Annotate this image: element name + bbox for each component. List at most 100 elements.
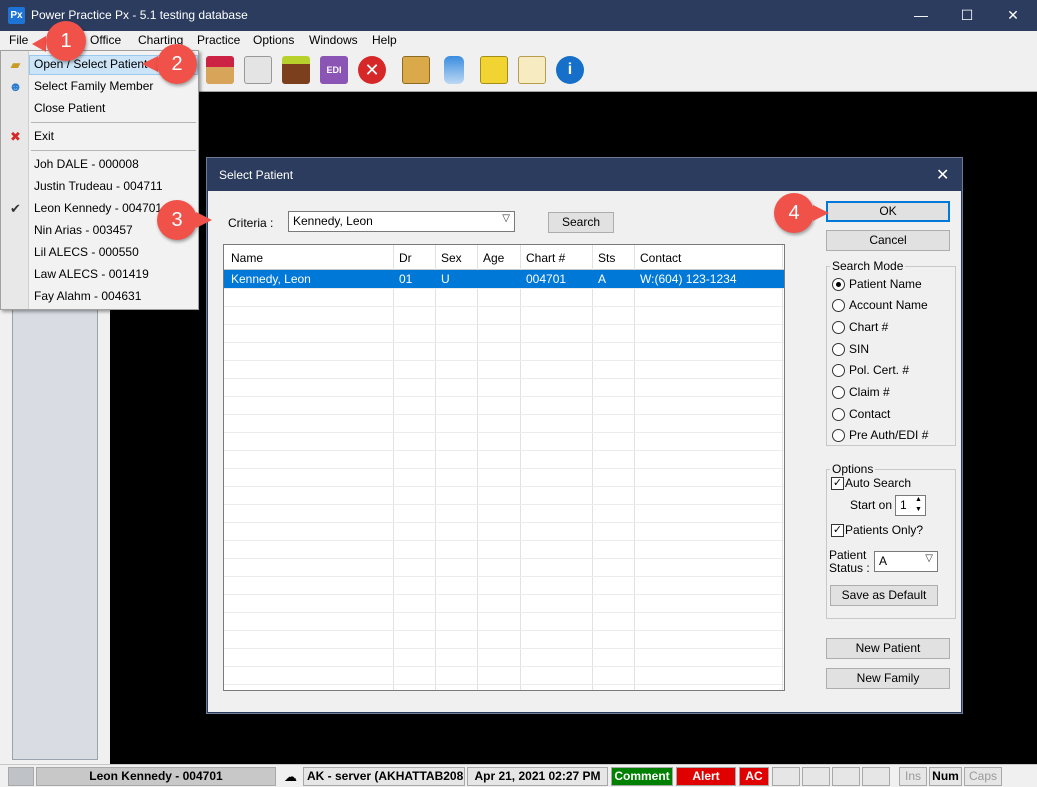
grid-line <box>224 432 784 433</box>
status-server: AK - server (AKHATTAB208 <box>303 767 465 786</box>
cancel-icon[interactable]: ✕ <box>358 56 386 84</box>
box-icon[interactable] <box>282 56 310 84</box>
menu-windows[interactable]: Windows <box>309 33 358 47</box>
patient-status-select[interactable]: A ▽ <box>874 551 938 572</box>
search-mode-group <box>826 266 956 446</box>
ac-button[interactable]: AC <box>739 767 769 786</box>
file-menu-dropdown: ▰ Open / Select Patient ☻ Select Family … <box>0 50 199 310</box>
grid-line <box>224 612 784 613</box>
auto-search-checkbox[interactable]: ✓ <box>831 477 844 490</box>
radio-contact[interactable] <box>832 408 845 421</box>
notes-icon[interactable] <box>518 56 546 84</box>
menu-item-recent-patient[interactable]: Law ALECS - 001419 <box>34 267 149 281</box>
menu-help[interactable]: Help <box>372 33 397 47</box>
menu-item-recent-patient[interactable]: Leon Kennedy - 004701 <box>34 201 162 215</box>
auto-search-label: Auto Search <box>845 476 912 490</box>
chart-report-icon[interactable] <box>244 56 272 84</box>
radio-claim[interactable] <box>832 386 845 399</box>
new-patient-button[interactable]: New Patient <box>826 638 950 659</box>
radio-label: Contact <box>849 407 891 421</box>
camera-icon[interactable] <box>8 767 34 786</box>
ins-indicator: Ins <box>899 767 927 786</box>
stepper-up-icon[interactable]: ▲ <box>915 495 922 504</box>
folder-card-icon[interactable] <box>402 56 430 84</box>
menu-item-recent-patient[interactable]: Lil ALECS - 000550 <box>34 245 139 259</box>
status-pane <box>802 767 830 786</box>
cell-chart: 004701 <box>526 272 567 286</box>
table-row[interactable]: Kennedy, Leon 01 U 004701 A W:(604) 123-… <box>224 270 784 288</box>
grid-line <box>224 576 784 577</box>
criteria-value: Kennedy, Leon <box>293 214 373 228</box>
grid-line <box>224 414 784 415</box>
search-button[interactable]: Search <box>548 212 614 233</box>
patients-only-label: Patients Only? <box>845 523 924 537</box>
status-current-patient: Leon Kennedy - 004701 <box>36 767 276 786</box>
radio-patient-name[interactable] <box>832 278 845 291</box>
radio-pre-auth-edi[interactable] <box>832 429 845 442</box>
comment-button[interactable]: Comment <box>611 767 673 786</box>
grid-line <box>224 342 784 343</box>
radio-label: Claim # <box>849 385 890 399</box>
callout-step-3: 3 <box>157 200 197 240</box>
minimize-button[interactable]: — <box>898 0 944 31</box>
grid-row-lines <box>224 245 784 690</box>
radio-chart-number[interactable] <box>832 321 845 334</box>
menu-item-exit[interactable]: Exit <box>34 129 54 143</box>
menu-separator <box>31 150 196 151</box>
cell-name: Kennedy, Leon <box>231 272 311 286</box>
new-family-button[interactable]: New Family <box>826 668 950 689</box>
menu-options[interactable]: Options <box>253 33 294 47</box>
select-patient-dialog: Select Patient ✕ Criteria : Kennedy, Leo… <box>207 158 962 713</box>
radio-sin[interactable] <box>832 343 845 356</box>
radio-pol-cert[interactable] <box>832 364 845 377</box>
grid-line <box>224 378 784 379</box>
alert-button[interactable]: Alert <box>676 767 736 786</box>
stepper-down-icon[interactable]: ▼ <box>915 505 922 514</box>
menu-item-close-patient[interactable]: Close Patient <box>34 101 105 115</box>
radio-label: Chart # <box>849 320 889 334</box>
callout-step-2: 2 <box>157 44 197 84</box>
ok-button[interactable]: OK <box>826 201 950 222</box>
grid-line <box>224 558 784 559</box>
radio-label: Pre Auth/EDI # <box>849 428 929 442</box>
status-datetime: Apr 21, 2021 02:27 PM <box>467 767 608 786</box>
menu-file[interactable]: File <box>9 33 28 47</box>
criteria-combobox[interactable]: Kennedy, Leon ▽ <box>288 211 515 232</box>
callout-step-4: 4 <box>774 193 814 233</box>
window-title: Power Practice Px - 5.1 testing database <box>31 8 248 22</box>
radio-account-name[interactable] <box>832 299 845 312</box>
menu-practice[interactable]: Practice <box>197 33 240 47</box>
close-window-button[interactable]: ✕ <box>990 0 1036 31</box>
grid-line <box>224 522 784 523</box>
calendar-icon[interactable] <box>206 56 234 84</box>
grid-line <box>224 450 784 451</box>
cancel-button[interactable]: Cancel <box>826 230 950 251</box>
start-on-stepper[interactable]: 1 ▲ ▼ <box>895 495 926 516</box>
search-mode-title: Search Mode <box>830 259 906 273</box>
patients-only-checkbox[interactable]: ✓ <box>831 524 844 537</box>
save-as-default-button[interactable]: Save as Default <box>830 585 938 606</box>
bottle-icon[interactable] <box>444 56 464 84</box>
checkmark-icon: ✔ <box>10 201 21 216</box>
menu-item-recent-patient[interactable]: Justin Trudeau - 004711 <box>34 179 163 193</box>
dialog-close-button[interactable]: ✕ <box>936 165 949 185</box>
menu-item-open-select-patient[interactable]: Open / Select Patient <box>34 57 147 71</box>
callout-pointer <box>813 205 829 221</box>
menu-item-recent-patient[interactable]: Nin Arias - 003457 <box>34 223 133 237</box>
criteria-label: Criteria : <box>228 216 274 230</box>
options-title: Options <box>830 462 876 476</box>
memo-icon[interactable] <box>480 56 508 84</box>
menu-item-recent-patient[interactable]: Joh DALE - 000008 <box>34 157 139 171</box>
maximize-button[interactable]: ☐ <box>944 0 990 31</box>
edi-icon[interactable]: EDI <box>320 56 348 84</box>
chevron-down-icon[interactable]: ▽ <box>925 553 933 564</box>
menu-office[interactable]: Office <box>90 33 121 47</box>
grid-line <box>224 396 784 397</box>
grid-line <box>224 468 784 469</box>
open-folder-icon: ▰ <box>10 57 21 72</box>
chevron-down-icon[interactable]: ▽ <box>502 213 510 224</box>
cell-dr: 01 <box>399 272 413 286</box>
menu-item-recent-patient[interactable]: Fay Alahm - 004631 <box>34 289 141 303</box>
menu-item-select-family-member[interactable]: Select Family Member <box>34 79 153 93</box>
info-icon[interactable]: i <box>556 56 584 84</box>
